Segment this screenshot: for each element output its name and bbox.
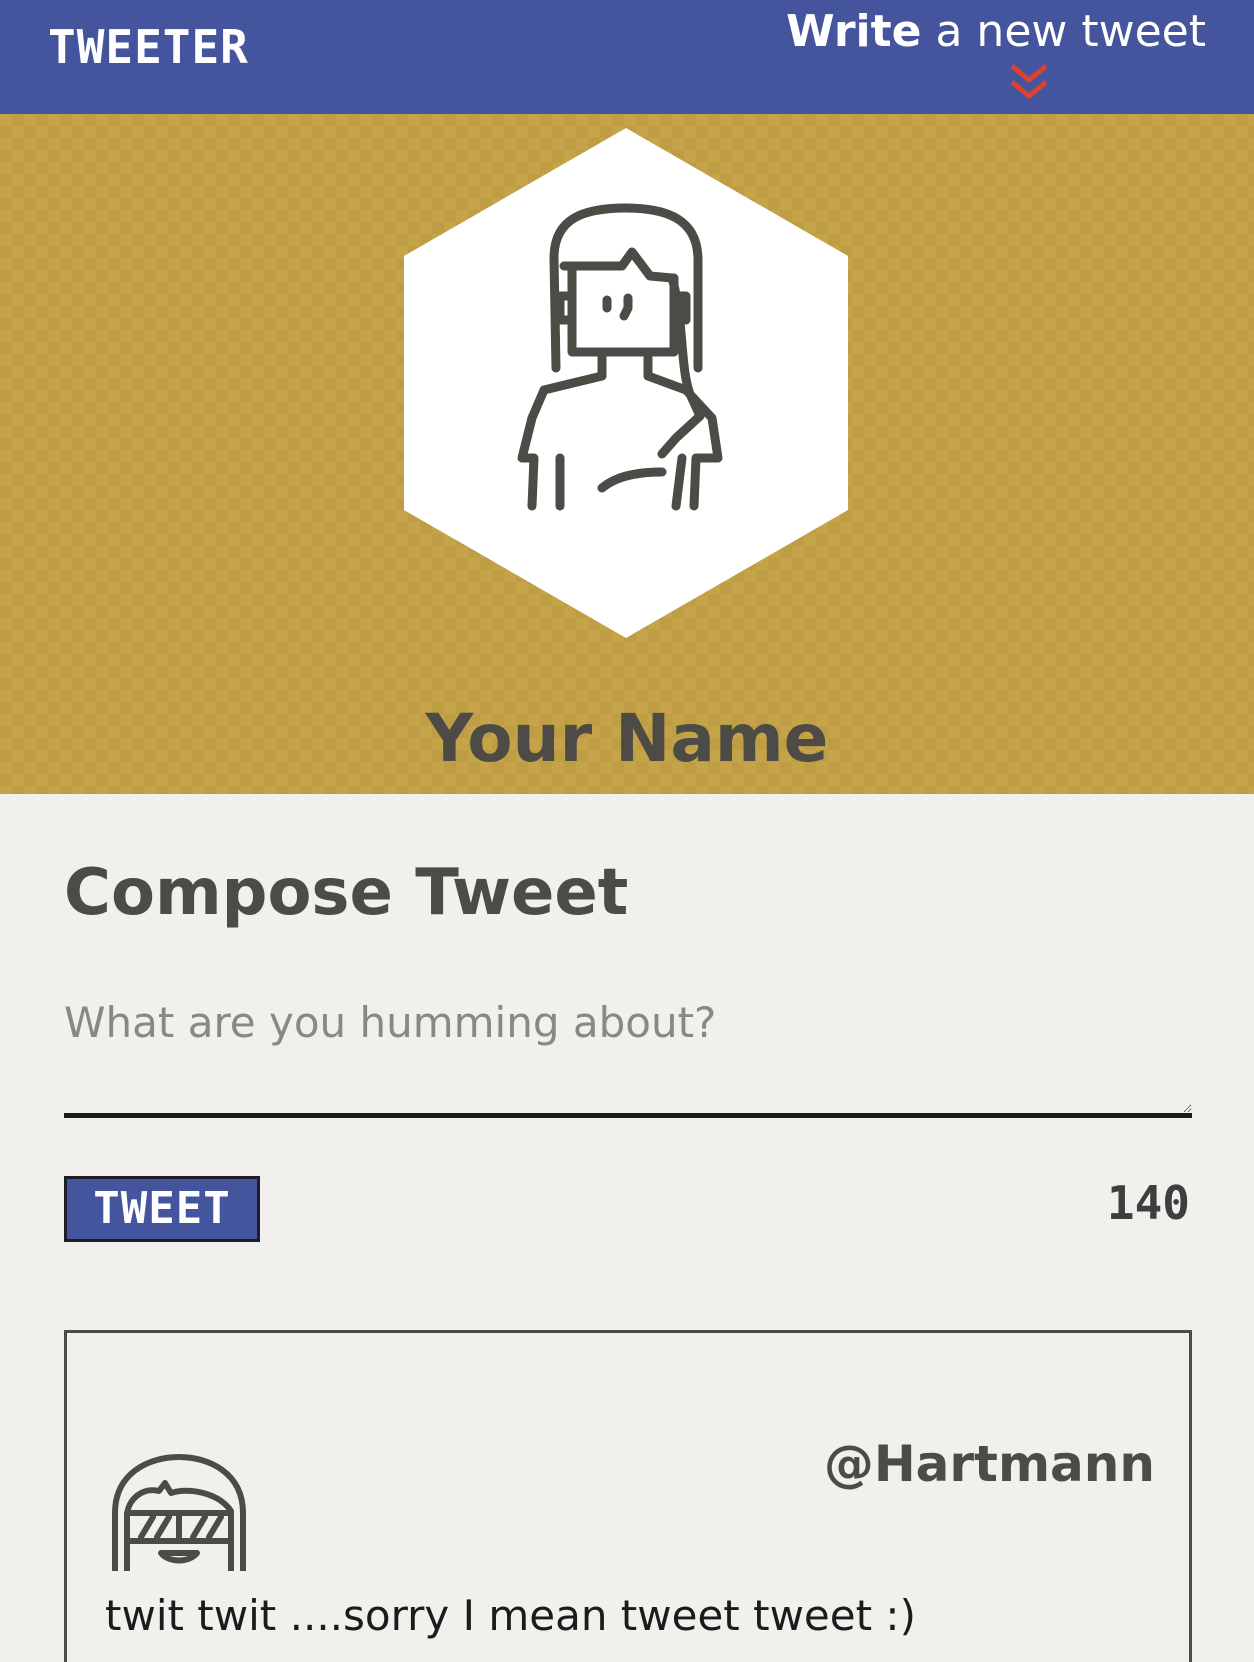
female-user-avatar-icon: [404, 128, 848, 638]
profile-name: Your Name: [425, 700, 829, 777]
tweet-textarea[interactable]: [64, 998, 1192, 1118]
character-counter: 140: [1106, 1176, 1190, 1230]
tweet-button[interactable]: TWEET: [64, 1176, 260, 1242]
tweet-text: twit twit ....sorry I mean tweet tweet :…: [105, 1591, 916, 1640]
user-with-sunglasses-avatar-icon: [112, 1454, 246, 1571]
tweet-handle[interactable]: @Hartmann: [824, 1435, 1155, 1493]
write-new-tweet-bold: Write: [786, 6, 922, 57]
write-new-tweet-rest: a new tweet: [921, 6, 1206, 57]
tweet-card: @Hartmann twit twit ....sorry I mean twe…: [64, 1330, 1192, 1662]
profile-header: Your Name: [0, 114, 1254, 794]
write-new-tweet-link[interactable]: Write a new tweet: [786, 6, 1206, 57]
brand-logo[interactable]: TWEETER: [48, 20, 249, 74]
top-nav: TWEETER Write a new tweet: [0, 0, 1254, 114]
double-chevron-down-icon[interactable]: [1006, 60, 1052, 106]
compose-title: Compose Tweet: [64, 856, 629, 930]
